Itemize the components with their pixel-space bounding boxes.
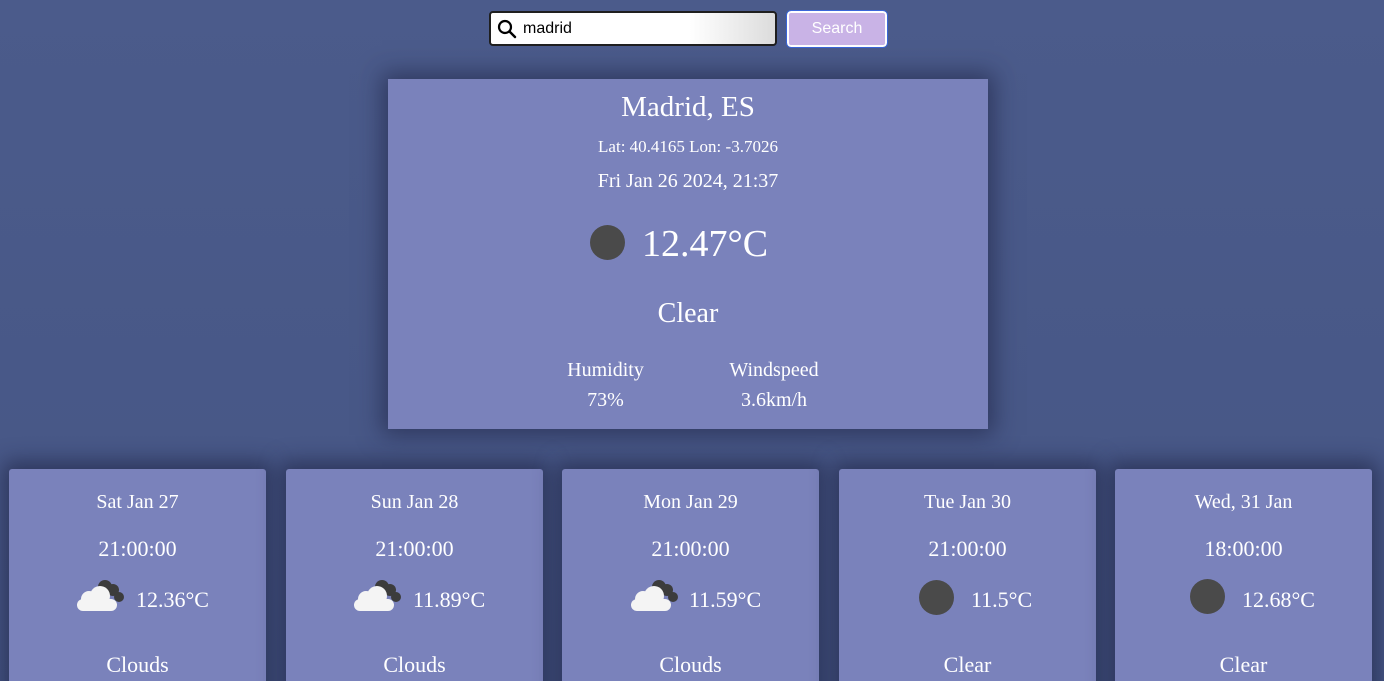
- temperature-row: 12.47°C: [388, 221, 988, 271]
- forecast-condition: Clouds: [383, 652, 446, 677]
- windspeed-value: 3.6km/h: [740, 389, 808, 411]
- forecast-time: 21:00:00: [98, 536, 177, 561]
- coordinates: Lat: 40.4165 Lon: -3.7026: [598, 137, 778, 156]
- humidity-stat: Humidity 73%: [558, 355, 653, 415]
- city-name: Madrid, ES: [621, 91, 755, 123]
- current-temperature: 12.47°C: [642, 223, 769, 265]
- forecast-day: Tue Jan 30: [923, 491, 1012, 513]
- windspeed-stat: Windspeed 3.6km/h: [724, 355, 824, 415]
- forecast-time: 18:00:00: [1204, 536, 1283, 561]
- clear-night-icon: [590, 225, 625, 260]
- search-input[interactable]: [523, 15, 763, 42]
- clear-night-icon: [1190, 579, 1225, 614]
- forecast-temperature: 12.68°C: [1242, 587, 1315, 612]
- search-box[interactable]: [489, 11, 777, 46]
- forecast-card: Tue Jan 30 21:00:00 11.5°C Clear: [839, 469, 1096, 681]
- forecast-condition: Clouds: [106, 652, 169, 677]
- forecast-card: Sat Jan 27 21:00:00 12.36°C Clouds: [9, 469, 266, 681]
- forecast-temperature: 12.36°C: [136, 587, 209, 612]
- current-condition: Clear: [657, 298, 719, 329]
- search-icon: [497, 19, 517, 39]
- forecast-temperature: 11.89°C: [413, 587, 486, 612]
- clear-night-icon: [919, 580, 954, 615]
- forecast-day: Sat Jan 27: [96, 491, 179, 513]
- forecast-day: Wed, 31 Jan: [1194, 491, 1293, 513]
- humidity-value: 73%: [587, 389, 624, 411]
- clouds-icon: [77, 580, 124, 611]
- current-weather-card: Madrid, ES Lat: 40.4165 Lon: -3.7026 Fri…: [388, 79, 988, 429]
- forecast-temperature: 11.59°C: [689, 587, 762, 612]
- clouds-icon: [631, 580, 678, 611]
- forecast-temperature: 11.5°C: [971, 587, 1033, 612]
- forecast-card: Sun Jan 28 21:00:00 11.89°C Clouds: [286, 469, 543, 681]
- forecast-day: Mon Jan 29: [643, 491, 738, 513]
- forecast-day: Sun Jan 28: [370, 491, 459, 513]
- clouds-icon: [354, 580, 401, 611]
- forecast-card: Wed, 31 Jan 18:00:00 12.68°C Clear: [1115, 469, 1372, 681]
- humidity-label: Humidity: [567, 359, 644, 381]
- forecast-time: 21:00:00: [375, 536, 454, 561]
- forecast-condition: Clouds: [659, 652, 722, 677]
- search-button[interactable]: Search: [786, 10, 888, 48]
- forecast-condition: Clear: [1219, 652, 1268, 677]
- forecast-time: 21:00:00: [928, 536, 1007, 561]
- forecast-condition: Clear: [943, 652, 992, 677]
- forecast-time: 21:00:00: [651, 536, 730, 561]
- windspeed-label: Windspeed: [729, 359, 819, 381]
- forecast-card: Mon Jan 29 21:00:00 11.59°C Clouds: [562, 469, 819, 681]
- current-datetime: Fri Jan 26 2024, 21:37: [597, 170, 779, 192]
